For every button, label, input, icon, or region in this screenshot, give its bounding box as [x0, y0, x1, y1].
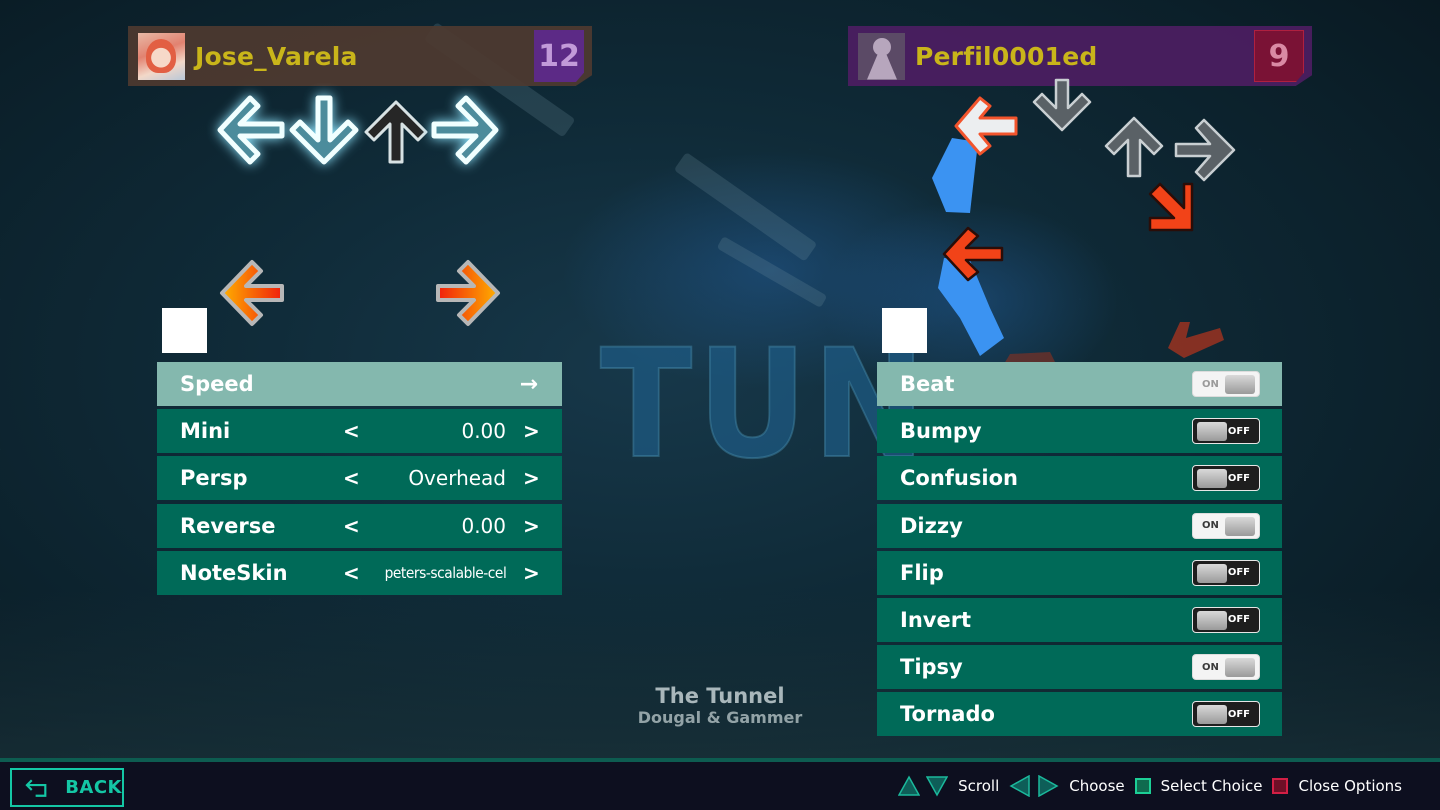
option-label: Tipsy	[900, 655, 963, 680]
choice-next-button[interactable]: >	[523, 514, 540, 538]
toggle-knob	[1225, 658, 1255, 678]
option-row-beat[interactable]: Beat ON	[877, 362, 1282, 406]
toggle-knob	[1197, 422, 1227, 442]
choice-prev-button[interactable]: <	[343, 419, 360, 443]
option-label: Bumpy	[900, 419, 982, 444]
toggle-state: ON	[1202, 520, 1219, 532]
option-label: Confusion	[900, 466, 1018, 491]
toggle-switch[interactable]: ON	[1192, 371, 1260, 397]
option-row-tipsy[interactable]: Tipsy ON	[877, 645, 1282, 690]
player2-header: Perfil0001ed 9	[848, 26, 1312, 86]
green-square-icon	[1134, 778, 1151, 794]
option-row-invert[interactable]: Invert OFF	[877, 597, 1282, 642]
option-value: Overhead	[408, 466, 506, 491]
toggle-knob	[1225, 375, 1255, 394]
option-label: Persp	[180, 466, 248, 491]
right-arrow-icon: →	[519, 371, 538, 397]
toggle-state: ON	[1202, 661, 1219, 673]
option-label: Mini	[180, 419, 231, 444]
toggle-state: ON	[1202, 378, 1219, 390]
toggle-knob	[1197, 705, 1227, 725]
left-triangle-icon	[1009, 775, 1030, 797]
hint-choose: Choose	[1069, 777, 1125, 795]
player1-name: Jose_Varela	[195, 41, 358, 71]
song-title: The Tunnel	[655, 684, 785, 708]
option-row-dizzy[interactable]: Dizzy ON	[877, 503, 1282, 548]
player2-placeholder-square	[882, 308, 927, 353]
control-hints: Scroll Choose Select Choice Close Option…	[898, 774, 1406, 798]
choice-prev-button[interactable]: <	[343, 514, 360, 538]
toggle-knob	[1197, 563, 1227, 583]
right-triangle-icon	[1038, 775, 1059, 797]
toggle-switch[interactable]: OFF	[1192, 465, 1260, 492]
option-row-mini[interactable]: Mini < 0.00 >	[157, 409, 562, 454]
option-value: peters-scalable-cel	[384, 563, 506, 582]
toggle-state: OFF	[1227, 472, 1250, 484]
toggle-knob	[1225, 516, 1255, 536]
option-row-persp[interactable]: Persp < Overhead >	[157, 456, 562, 501]
option-label: Beat	[900, 372, 955, 396]
choice-next-button[interactable]: >	[523, 561, 540, 585]
option-value: 0.00	[461, 419, 506, 444]
option-row-confusion[interactable]: Confusion OFF	[877, 456, 1282, 501]
option-row-speed[interactable]: Speed →	[157, 362, 562, 406]
hint-select-choice: Select Choice	[1160, 777, 1263, 795]
toggle-switch[interactable]: OFF	[1192, 559, 1260, 586]
option-row-bumpy[interactable]: Bumpy OFF	[877, 409, 1282, 454]
back-label: BACK	[65, 777, 122, 798]
option-label: Tornado	[900, 702, 995, 727]
player2-options-panel: Beat ON Bumpy OFF Confusion OFF Dizzy ON…	[877, 362, 1282, 740]
player1-avatar	[138, 32, 185, 80]
player1-placeholder-square	[162, 308, 207, 353]
hint-close-options: Close Options	[1298, 777, 1402, 795]
option-label: Dizzy	[900, 513, 963, 538]
player1-options-panel: Speed → Mini < 0.00 > Persp < Overhead >…	[157, 362, 562, 598]
toggle-switch[interactable]: OFF	[1192, 418, 1260, 445]
up-triangle-icon	[898, 775, 921, 796]
option-row-noteskin[interactable]: NoteSkin < peters-scalable-cel >	[157, 550, 562, 595]
player2-level-badge: 9	[1254, 30, 1304, 82]
back-arrow-icon	[25, 778, 47, 797]
option-value: 0.00	[461, 513, 506, 538]
choice-prev-button[interactable]: <	[343, 561, 360, 585]
option-label: NoteSkin	[180, 560, 288, 585]
down-triangle-icon	[926, 776, 949, 797]
player2-name: Perfil0001ed	[915, 41, 1098, 71]
option-row-flip[interactable]: Flip OFF	[877, 550, 1282, 595]
toggle-knob	[1197, 610, 1227, 630]
option-label: Speed	[180, 372, 254, 396]
back-button[interactable]: BACK	[10, 768, 124, 807]
player1-header: Jose_Varela 12	[128, 26, 592, 86]
option-row-tornado[interactable]: Tornado OFF	[877, 692, 1282, 737]
song-artist: Dougal & Gammer	[637, 708, 803, 727]
hint-scroll: Scroll	[958, 777, 1000, 795]
choice-prev-button[interactable]: <	[343, 466, 360, 490]
option-label: Reverse	[180, 513, 276, 538]
footer-bar: BACK Scroll Choose Select Choice Close O…	[0, 758, 1440, 810]
toggle-state: OFF	[1227, 425, 1250, 437]
toggle-switch[interactable]: OFF	[1192, 606, 1260, 633]
toggle-switch[interactable]: ON	[1192, 654, 1260, 681]
toggle-state: OFF	[1227, 567, 1250, 579]
player1-level-badge: 12	[534, 30, 584, 82]
option-label: Invert	[900, 607, 972, 632]
song-info: The Tunnel Dougal & Gammer	[560, 684, 880, 727]
player2-avatar	[858, 32, 905, 80]
toggle-switch[interactable]: ON	[1192, 512, 1260, 539]
choice-next-button[interactable]: >	[523, 419, 540, 443]
choice-next-button[interactable]: >	[523, 466, 540, 490]
red-square-icon	[1272, 778, 1289, 794]
toggle-state: OFF	[1227, 614, 1250, 626]
toggle-knob	[1197, 469, 1227, 489]
option-label: Flip	[900, 560, 944, 585]
toggle-state: OFF	[1227, 708, 1250, 720]
toggle-switch[interactable]: OFF	[1192, 701, 1260, 728]
option-row-reverse[interactable]: Reverse < 0.00 >	[157, 503, 562, 548]
